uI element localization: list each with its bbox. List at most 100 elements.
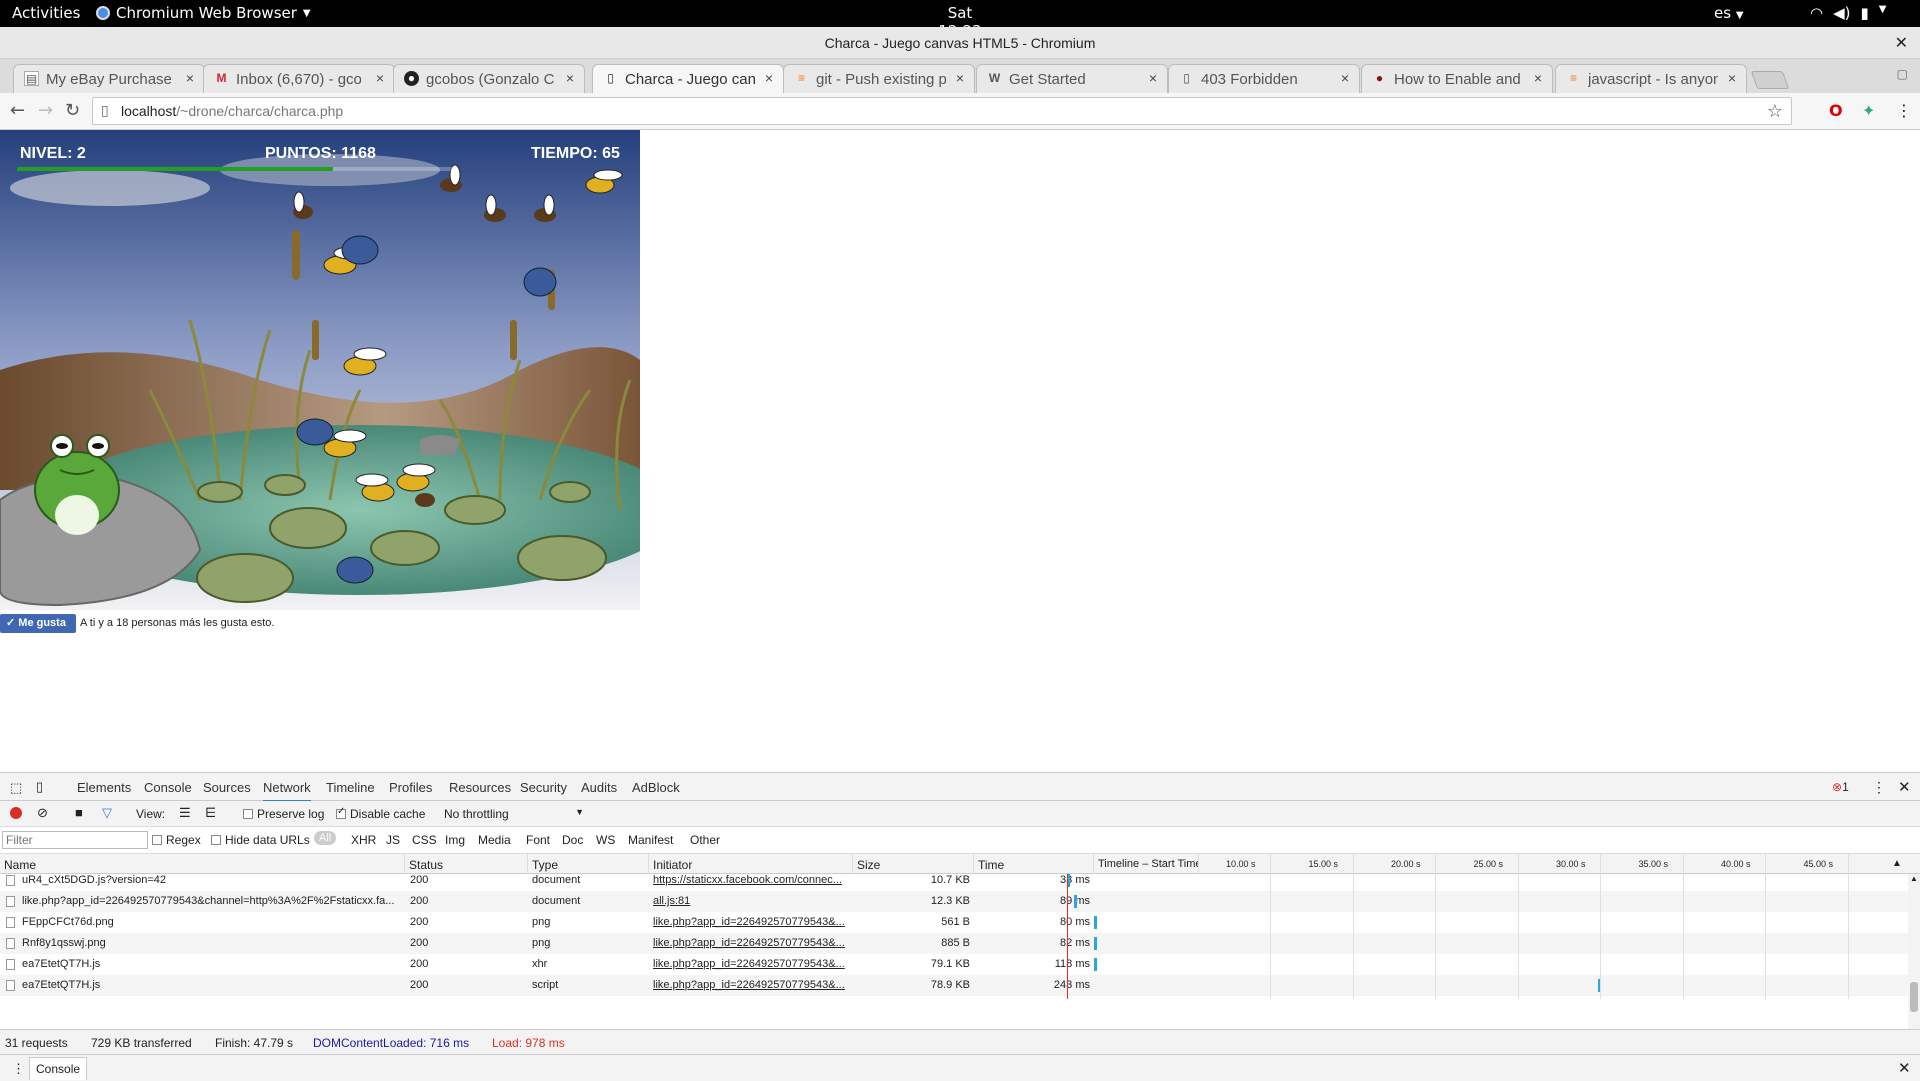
column-initiator[interactable]: Initiator	[649, 854, 853, 874]
type-filter-xhr[interactable]: XHR	[351, 833, 376, 847]
like-button[interactable]: ✓ Me gusta	[0, 614, 76, 633]
tab-stackoverflow-git[interactable]: ≡ git - Push existing p ×	[783, 64, 975, 93]
address-bar[interactable]: ▯ localhost/~drone/charca/charca.php ☆	[92, 97, 1792, 125]
type-filter-doc[interactable]: Doc	[562, 833, 583, 847]
tab-get-started[interactable]: W Get Started ×	[976, 64, 1168, 93]
request-initiator[interactable]: like.php?app_id=226492570779543&...	[653, 937, 849, 949]
type-filter-other[interactable]: Other	[690, 833, 720, 847]
record-icon[interactable]	[10, 807, 22, 819]
type-filter-js[interactable]: JS	[386, 833, 400, 847]
column-timeline[interactable]: Timeline – Start Time	[1094, 854, 1199, 874]
sort-up-icon[interactable]: ▲	[1892, 858, 1902, 869]
tab-github[interactable]: ● gcobos (Gonzalo C ×	[393, 64, 585, 93]
table-row[interactable]: ea7EtetQT7H.js 200 xhr like.php?app_id=2264…	[0, 954, 1910, 975]
devtab-adblock[interactable]: AdBlock	[632, 780, 680, 795]
type-filter-all[interactable]: All	[314, 831, 337, 845]
menu-icon[interactable]: ⋮	[1896, 101, 1912, 120]
tab-gmail[interactable]: M Inbox (6,670) - gco ×	[203, 64, 395, 93]
error-counter[interactable]: ⊗1	[1832, 780, 1849, 794]
profile-icon[interactable]: ▢	[1897, 67, 1908, 81]
game-canvas[interactable]	[0, 130, 640, 610]
close-icon[interactable]: ×	[1341, 70, 1349, 86]
close-icon[interactable]: ×	[376, 70, 384, 86]
window-titlebar[interactable]: Charca - Juego canvas HTML5 - Chromium ✕	[0, 27, 1920, 59]
drawer-close-icon[interactable]: ✕	[1898, 1059, 1911, 1077]
device-mode-icon[interactable]: ▯	[36, 779, 43, 795]
capture-screenshots-icon[interactable]: ■	[75, 805, 83, 820]
request-initiator[interactable]: like.php?app_id=226492570779543&...	[653, 979, 849, 991]
disable-cache-checkbox[interactable]: Disable cache	[336, 806, 425, 821]
table-row[interactable]: ea7EtetQT7H.js 200 script like.php?app_id=2…	[0, 975, 1910, 996]
forward-button[interactable]: →	[38, 100, 53, 121]
bookmark-star-icon[interactable]: ☆	[1767, 101, 1783, 122]
close-icon[interactable]: ×	[1534, 70, 1542, 86]
close-icon[interactable]: ×	[765, 70, 773, 86]
system-tray[interactable]: ◠ ◀) ▮ ▼	[1810, 4, 1886, 22]
column-size[interactable]: Size	[853, 854, 974, 874]
request-initiator[interactable]: https://staticxx.facebook.com/connec...	[653, 874, 849, 886]
close-icon[interactable]: ×	[1149, 70, 1157, 86]
close-icon[interactable]: ×	[956, 70, 964, 86]
preserve-log-checkbox[interactable]: Preserve log	[243, 807, 324, 821]
reload-button[interactable]: ↻	[65, 100, 80, 121]
column-type[interactable]: Type	[528, 854, 649, 874]
extension-icon[interactable]: ✦	[1862, 101, 1875, 120]
opera-extension-icon[interactable]: O	[1829, 101, 1843, 120]
column-name[interactable]: Name	[0, 854, 405, 874]
activities-button[interactable]: Activities	[12, 4, 80, 22]
scroll-up-icon[interactable]: ▲	[1910, 874, 1918, 883]
type-filter-font[interactable]: Font	[526, 833, 550, 847]
regex-checkbox[interactable]: Regex	[152, 833, 201, 847]
close-icon[interactable]: ×	[566, 70, 574, 86]
tab-charca[interactable]: ▯ Charca - Juego canv ×	[592, 64, 784, 94]
new-tab-button[interactable]	[1750, 71, 1790, 89]
devtools-close-icon[interactable]: ✕	[1898, 778, 1911, 796]
request-initiator[interactable]: like.php?app_id=226492570779543&...	[653, 958, 849, 970]
devtab-resources[interactable]: Resources	[449, 780, 511, 795]
filter-input[interactable]	[2, 831, 148, 849]
table-row[interactable]: Rnf8y1qsswj.png 200 png like.php?app_id=226…	[0, 933, 1910, 954]
devtab-timeline[interactable]: Timeline	[326, 780, 375, 795]
page-info-icon[interactable]: ▯	[101, 103, 109, 119]
type-filter-manifest[interactable]: Manifest	[628, 833, 673, 847]
tab-403[interactable]: ▯ 403 Forbidden ×	[1168, 64, 1360, 93]
language-indicator[interactable]: es ▼	[1714, 4, 1744, 22]
devtab-security[interactable]: Security	[520, 780, 567, 795]
type-filter-img[interactable]: Img	[445, 833, 465, 847]
table-row[interactable]: FEppCFCt76d.png 200 png like.php?app_id=226…	[0, 912, 1910, 933]
tab-stackoverflow-js[interactable]: ≡ javascript - Is anyon ×	[1555, 64, 1747, 93]
request-initiator[interactable]: like.php?app_id=226492570779543&...	[653, 916, 849, 928]
clear-icon[interactable]: ⊘	[37, 805, 48, 821]
drawer-menu-icon[interactable]: ⋮	[12, 1061, 25, 1077]
tab-how-to-enable[interactable]: ● How to Enable and ×	[1361, 64, 1553, 93]
overview-icon[interactable]: ⋿	[205, 805, 216, 821]
close-icon[interactable]: ×	[1728, 70, 1736, 86]
rows-scrollbar[interactable]: ▲	[1908, 874, 1920, 1029]
table-row[interactable]: uR4_cXt5DGD.js?version=42 200 document http…	[0, 874, 1910, 891]
large-rows-icon[interactable]: ☰	[179, 805, 191, 821]
scrollbar-thumb[interactable]	[1910, 982, 1918, 1012]
column-time[interactable]: Time	[974, 854, 1094, 874]
column-status[interactable]: Status	[405, 854, 528, 874]
app-menu[interactable]: Chromium Web Browser ▼	[96, 4, 311, 22]
hide-data-urls-checkbox[interactable]: Hide data URLs	[211, 833, 310, 847]
throttling-select[interactable]: No throttling ▼	[444, 807, 584, 821]
type-filter-media[interactable]: Media	[478, 833, 511, 847]
tab-ebay[interactable]: ▤ My eBay Purchase I ×	[13, 64, 205, 93]
type-filter-ws[interactable]: WS	[596, 833, 615, 847]
devtab-network[interactable]: Network	[263, 780, 311, 802]
devtab-audits[interactable]: Audits	[581, 780, 617, 795]
devtab-sources[interactable]: Sources	[203, 780, 251, 795]
devtab-profiles[interactable]: Profiles	[389, 780, 432, 795]
type-filter-css[interactable]: CSS	[412, 833, 437, 847]
request-initiator[interactable]: all.js:81	[653, 895, 849, 907]
devtab-console[interactable]: Console	[144, 780, 192, 795]
drawer-tab-console[interactable]: Console	[29, 1057, 88, 1080]
inspect-icon[interactable]: ⬚	[10, 780, 22, 796]
back-button[interactable]: ←	[10, 100, 25, 121]
close-icon[interactable]: ×	[186, 70, 194, 86]
filter-icon[interactable]: ▽	[102, 805, 112, 821]
devtab-elements[interactable]: Elements	[77, 780, 131, 795]
window-close-button[interactable]: ✕	[1895, 33, 1908, 52]
table-row[interactable]: like.php?app_id=226492570779543&channel=…	[0, 891, 1910, 912]
